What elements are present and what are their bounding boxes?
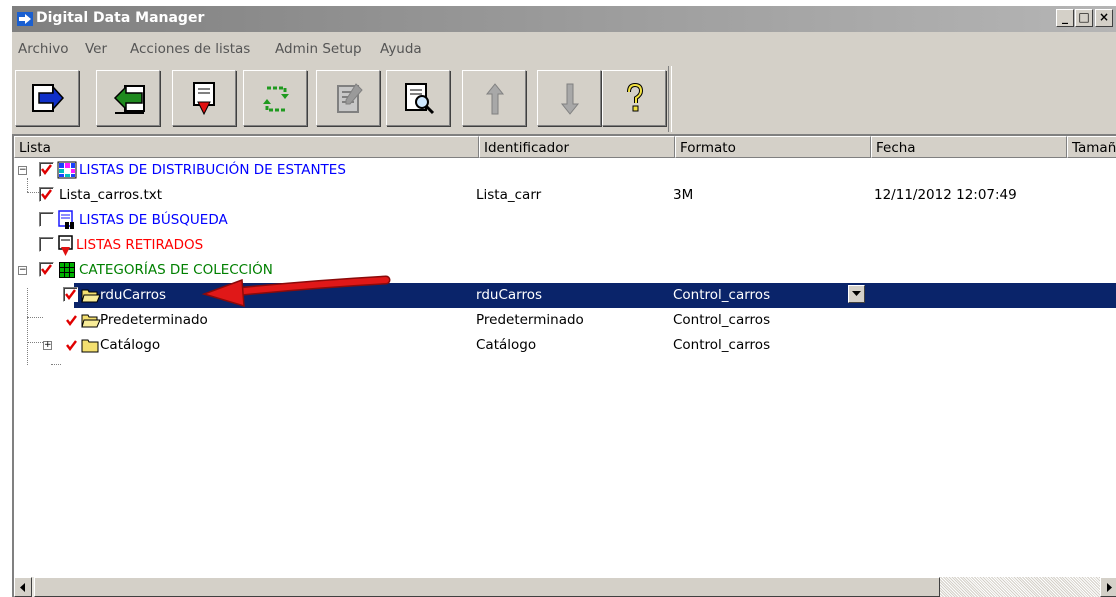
row-checkbox[interactable] bbox=[39, 262, 54, 277]
row-checkbox[interactable] bbox=[39, 212, 54, 227]
retire-document-icon bbox=[193, 82, 215, 116]
title-bar[interactable]: Digital Data Manager _ □ × bbox=[12, 6, 1116, 32]
search-document-icon bbox=[405, 83, 435, 115]
tree-connector bbox=[51, 364, 61, 365]
app-logo-icon bbox=[17, 12, 33, 26]
folder-open-icon bbox=[81, 314, 101, 328]
row-formato: 3M bbox=[673, 187, 694, 203]
search-list-icon bbox=[58, 210, 74, 229]
search-button[interactable] bbox=[386, 70, 450, 126]
row-fecha: 12/11/2012 12:07:49 bbox=[874, 187, 1017, 203]
export-arrow-icon bbox=[113, 85, 145, 114]
chevron-down-icon bbox=[852, 291, 861, 296]
checkmark-icon bbox=[66, 340, 77, 351]
notepad-button[interactable] bbox=[316, 70, 380, 126]
menu-admin-setup[interactable]: Admin Setup bbox=[275, 41, 362, 57]
row-identificador: Catálogo bbox=[476, 337, 537, 353]
refresh-cycle-icon bbox=[263, 86, 289, 112]
row-checkbox[interactable] bbox=[39, 162, 54, 177]
column-header-lista[interactable]: Lista bbox=[14, 136, 479, 158]
scroll-left-button[interactable] bbox=[14, 577, 32, 597]
import-button[interactable] bbox=[15, 70, 79, 126]
horizontal-scrollbar[interactable] bbox=[14, 577, 1116, 597]
minimize-button[interactable]: _ bbox=[1056, 9, 1074, 27]
column-header-fecha[interactable]: Fecha bbox=[871, 136, 1067, 158]
list-row-distribucion[interactable]: − LISTAS DE DISTRIBUCIÓN DE ESTANTES bbox=[14, 158, 1116, 183]
scroll-track[interactable] bbox=[940, 577, 1100, 597]
shelf-list-icon bbox=[57, 161, 77, 179]
app-window: Digital Data Manager _ □ × Archivo Ver A… bbox=[12, 6, 1116, 597]
row-formato: Control_carros bbox=[673, 312, 771, 328]
retire-button[interactable] bbox=[172, 70, 236, 126]
window-title: Digital Data Manager bbox=[36, 10, 205, 26]
list-row-catalogo[interactable]: + Catálogo Catálogo Control_carros bbox=[14, 333, 1116, 358]
move-up-button[interactable] bbox=[462, 70, 526, 126]
row-formato: Control_carros bbox=[673, 337, 771, 353]
menu-archivo[interactable]: Archivo bbox=[18, 41, 68, 57]
checkmark-icon bbox=[41, 264, 52, 275]
list-row-retirados[interactable]: LISTAS RETIRADOS bbox=[14, 233, 1116, 258]
checkmark-icon bbox=[66, 315, 77, 326]
row-identificador: rduCarros bbox=[476, 287, 542, 303]
move-down-button[interactable] bbox=[537, 70, 601, 126]
row-formato: Control_carros bbox=[673, 287, 771, 303]
row-label: rduCarros bbox=[100, 287, 166, 303]
row-checkbox[interactable] bbox=[39, 187, 54, 202]
collapse-toggle[interactable]: − bbox=[18, 166, 27, 175]
menu-ver[interactable]: Ver bbox=[85, 41, 107, 57]
annotation-arrow-icon bbox=[201, 275, 391, 308]
checkmark-icon bbox=[41, 189, 52, 200]
format-dropdown-button[interactable] bbox=[848, 285, 865, 303]
help-icon bbox=[627, 82, 644, 112]
row-label: Catálogo bbox=[100, 337, 161, 353]
row-label: LISTAS DE BÚSQUEDA bbox=[79, 212, 228, 228]
row-label: Lista_carros.txt bbox=[59, 187, 163, 203]
column-header-formato[interactable]: Formato bbox=[675, 136, 871, 158]
column-header: Lista Identificador Formato Fecha Tamaño bbox=[14, 136, 1116, 158]
arrow-right-icon bbox=[1107, 583, 1112, 592]
expand-toggle[interactable]: + bbox=[43, 341, 52, 350]
help-button[interactable] bbox=[602, 70, 666, 126]
row-identificador: Lista_carr bbox=[476, 187, 542, 203]
row-identificador: Predeterminado bbox=[476, 312, 584, 328]
row-checkbox[interactable] bbox=[39, 237, 54, 252]
scroll-thumb[interactable] bbox=[34, 577, 940, 597]
notepad-icon bbox=[337, 83, 363, 113]
import-arrow-icon bbox=[32, 84, 65, 112]
arrow-left-icon bbox=[20, 583, 25, 592]
list-row-busqueda[interactable]: LISTAS DE BÚSQUEDA bbox=[14, 208, 1116, 233]
scroll-right-button[interactable] bbox=[1100, 577, 1116, 597]
move-up-icon bbox=[485, 83, 505, 115]
checkmark-icon bbox=[65, 289, 76, 300]
retired-list-icon bbox=[58, 235, 73, 256]
list-view: Lista Identificador Formato Fecha Tamaño… bbox=[12, 134, 1116, 597]
row-label: Predeterminado bbox=[100, 312, 208, 328]
row-checkbox[interactable] bbox=[63, 287, 78, 302]
toolbar bbox=[12, 66, 1116, 134]
move-down-icon bbox=[560, 83, 580, 115]
column-header-identificador[interactable]: Identificador bbox=[479, 136, 675, 158]
close-button[interactable]: × bbox=[1095, 9, 1113, 27]
row-label: LISTAS DE DISTRIBUCIÓN DE ESTANTES bbox=[79, 162, 346, 178]
folder-icon bbox=[81, 339, 99, 353]
refresh-button[interactable] bbox=[243, 70, 307, 126]
list-row-lista-carros[interactable]: Lista_carros.txt Lista_carr 3M 12/11/201… bbox=[14, 183, 1116, 208]
row-label: LISTAS RETIRADOS bbox=[76, 237, 204, 253]
menu-ayuda[interactable]: Ayuda bbox=[380, 41, 422, 57]
collapse-toggle[interactable]: − bbox=[18, 266, 27, 275]
column-header-tamano[interactable]: Tamaño bbox=[1067, 136, 1116, 158]
collection-grid-icon bbox=[59, 262, 75, 278]
folder-open-icon bbox=[81, 289, 101, 303]
checkmark-icon bbox=[41, 164, 52, 175]
maximize-button[interactable]: □ bbox=[1075, 9, 1093, 27]
export-button[interactable] bbox=[96, 70, 160, 126]
toolbar-separator bbox=[668, 66, 672, 132]
menu-bar: Archivo Ver Acciones de listas Admin Set… bbox=[12, 37, 1116, 61]
menu-acciones-de-listas[interactable]: Acciones de listas bbox=[130, 41, 250, 57]
